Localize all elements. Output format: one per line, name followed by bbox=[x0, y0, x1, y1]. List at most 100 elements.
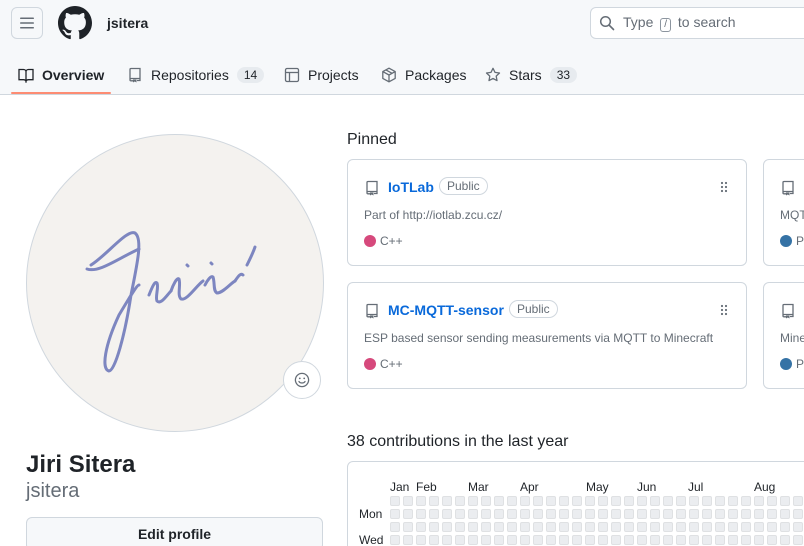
menu-button[interactable] bbox=[11, 7, 43, 39]
contribution-day-cell[interactable] bbox=[598, 535, 608, 545]
contribution-day-cell[interactable] bbox=[559, 535, 569, 545]
contribution-day-cell[interactable] bbox=[624, 522, 634, 532]
contribution-day-cell[interactable] bbox=[780, 535, 790, 545]
tab-repositories[interactable]: Repositories 14 bbox=[127, 55, 265, 95]
contribution-day-cell[interactable] bbox=[624, 496, 634, 506]
contribution-day-cell[interactable] bbox=[546, 522, 556, 532]
contribution-day-cell[interactable] bbox=[611, 509, 621, 519]
contribution-day-cell[interactable] bbox=[767, 509, 777, 519]
contribution-day-cell[interactable] bbox=[416, 496, 426, 506]
contribution-day-cell[interactable] bbox=[455, 509, 465, 519]
contribution-day-cell[interactable] bbox=[663, 496, 673, 506]
contribution-day-cell[interactable] bbox=[481, 535, 491, 545]
contribution-day-cell[interactable] bbox=[598, 496, 608, 506]
contribution-day-cell[interactable] bbox=[728, 535, 738, 545]
edit-profile-button[interactable]: Edit profile bbox=[26, 517, 323, 546]
contribution-day-cell[interactable] bbox=[442, 522, 452, 532]
contribution-day-cell[interactable] bbox=[572, 509, 582, 519]
contribution-day-cell[interactable] bbox=[429, 509, 439, 519]
contribution-day-cell[interactable] bbox=[702, 496, 712, 506]
contribution-day-cell[interactable] bbox=[754, 509, 764, 519]
contribution-day-cell[interactable] bbox=[663, 535, 673, 545]
contribution-day-cell[interactable] bbox=[455, 522, 465, 532]
tab-projects[interactable]: Projects bbox=[284, 55, 359, 95]
contribution-day-cell[interactable] bbox=[533, 509, 543, 519]
contribution-day-cell[interactable] bbox=[507, 522, 517, 532]
contribution-day-cell[interactable] bbox=[390, 496, 400, 506]
contribution-day-cell[interactable] bbox=[572, 522, 582, 532]
contribution-day-cell[interactable] bbox=[507, 509, 517, 519]
avatar[interactable] bbox=[26, 134, 324, 432]
contribution-day-cell[interactable] bbox=[585, 509, 595, 519]
contribution-day-cell[interactable] bbox=[520, 522, 530, 532]
repo-name-link[interactable]: MC-MQTT-sensor bbox=[388, 302, 504, 318]
contribution-day-cell[interactable] bbox=[585, 535, 595, 545]
contribution-day-cell[interactable] bbox=[520, 535, 530, 545]
contribution-day-cell[interactable] bbox=[754, 522, 764, 532]
repo-name-link[interactable]: IoTLab bbox=[388, 179, 434, 195]
contribution-day-cell[interactable] bbox=[520, 496, 530, 506]
contribution-day-cell[interactable] bbox=[546, 535, 556, 545]
context-username[interactable]: jsitera bbox=[107, 15, 148, 31]
contribution-day-cell[interactable] bbox=[793, 535, 803, 545]
contribution-day-cell[interactable] bbox=[507, 496, 517, 506]
contribution-day-cell[interactable] bbox=[741, 522, 751, 532]
contribution-day-cell[interactable] bbox=[741, 535, 751, 545]
contribution-day-cell[interactable] bbox=[572, 535, 582, 545]
contribution-day-cell[interactable] bbox=[494, 535, 504, 545]
contribution-day-cell[interactable] bbox=[403, 509, 413, 519]
contribution-day-cell[interactable] bbox=[637, 509, 647, 519]
contribution-day-cell[interactable] bbox=[442, 535, 452, 545]
contribution-day-cell[interactable] bbox=[754, 535, 764, 545]
contribution-day-cell[interactable] bbox=[390, 522, 400, 532]
contribution-day-cell[interactable] bbox=[429, 535, 439, 545]
contribution-day-cell[interactable] bbox=[624, 535, 634, 545]
github-logo-icon[interactable] bbox=[58, 6, 92, 40]
contribution-day-cell[interactable] bbox=[611, 535, 621, 545]
contribution-day-cell[interactable] bbox=[663, 522, 673, 532]
contribution-day-cell[interactable] bbox=[793, 509, 803, 519]
contribution-day-cell[interactable] bbox=[585, 522, 595, 532]
contribution-day-cell[interactable] bbox=[429, 496, 439, 506]
contribution-day-cell[interactable] bbox=[741, 496, 751, 506]
contribution-day-cell[interactable] bbox=[611, 496, 621, 506]
tab-overview[interactable]: Overview bbox=[18, 55, 104, 95]
contribution-day-cell[interactable] bbox=[494, 522, 504, 532]
contribution-day-cell[interactable] bbox=[728, 509, 738, 519]
drag-handle-icon[interactable] bbox=[720, 181, 728, 193]
contribution-day-cell[interactable] bbox=[780, 496, 790, 506]
contribution-day-cell[interactable] bbox=[741, 509, 751, 519]
contribution-day-cell[interactable] bbox=[767, 535, 777, 545]
contribution-day-cell[interactable] bbox=[728, 522, 738, 532]
contribution-day-cell[interactable] bbox=[676, 509, 686, 519]
contribution-day-cell[interactable] bbox=[468, 496, 478, 506]
contribution-day-cell[interactable] bbox=[754, 496, 764, 506]
set-status-button[interactable] bbox=[283, 361, 321, 399]
contribution-day-cell[interactable] bbox=[403, 535, 413, 545]
contribution-day-cell[interactable] bbox=[559, 509, 569, 519]
contribution-day-cell[interactable] bbox=[507, 535, 517, 545]
contribution-day-cell[interactable] bbox=[780, 522, 790, 532]
contribution-day-cell[interactable] bbox=[689, 522, 699, 532]
contribution-day-cell[interactable] bbox=[390, 535, 400, 545]
contribution-day-cell[interactable] bbox=[689, 509, 699, 519]
contribution-day-cell[interactable] bbox=[468, 522, 478, 532]
contribution-day-cell[interactable] bbox=[546, 509, 556, 519]
contribution-day-cell[interactable] bbox=[481, 509, 491, 519]
contribution-day-cell[interactable] bbox=[481, 496, 491, 506]
contribution-day-cell[interactable] bbox=[455, 496, 465, 506]
contribution-day-cell[interactable] bbox=[637, 522, 647, 532]
contribution-day-cell[interactable] bbox=[442, 496, 452, 506]
contribution-day-cell[interactable] bbox=[689, 496, 699, 506]
contribution-day-cell[interactable] bbox=[442, 509, 452, 519]
contribution-day-cell[interactable] bbox=[767, 496, 777, 506]
contribution-day-cell[interactable] bbox=[624, 509, 634, 519]
contribution-day-cell[interactable] bbox=[715, 496, 725, 506]
contribution-day-cell[interactable] bbox=[520, 509, 530, 519]
contribution-day-cell[interactable] bbox=[546, 496, 556, 506]
contribution-day-cell[interactable] bbox=[533, 522, 543, 532]
contribution-day-cell[interactable] bbox=[637, 496, 647, 506]
contribution-day-cell[interactable] bbox=[572, 496, 582, 506]
contribution-day-cell[interactable] bbox=[715, 535, 725, 545]
contribution-day-cell[interactable] bbox=[403, 522, 413, 532]
